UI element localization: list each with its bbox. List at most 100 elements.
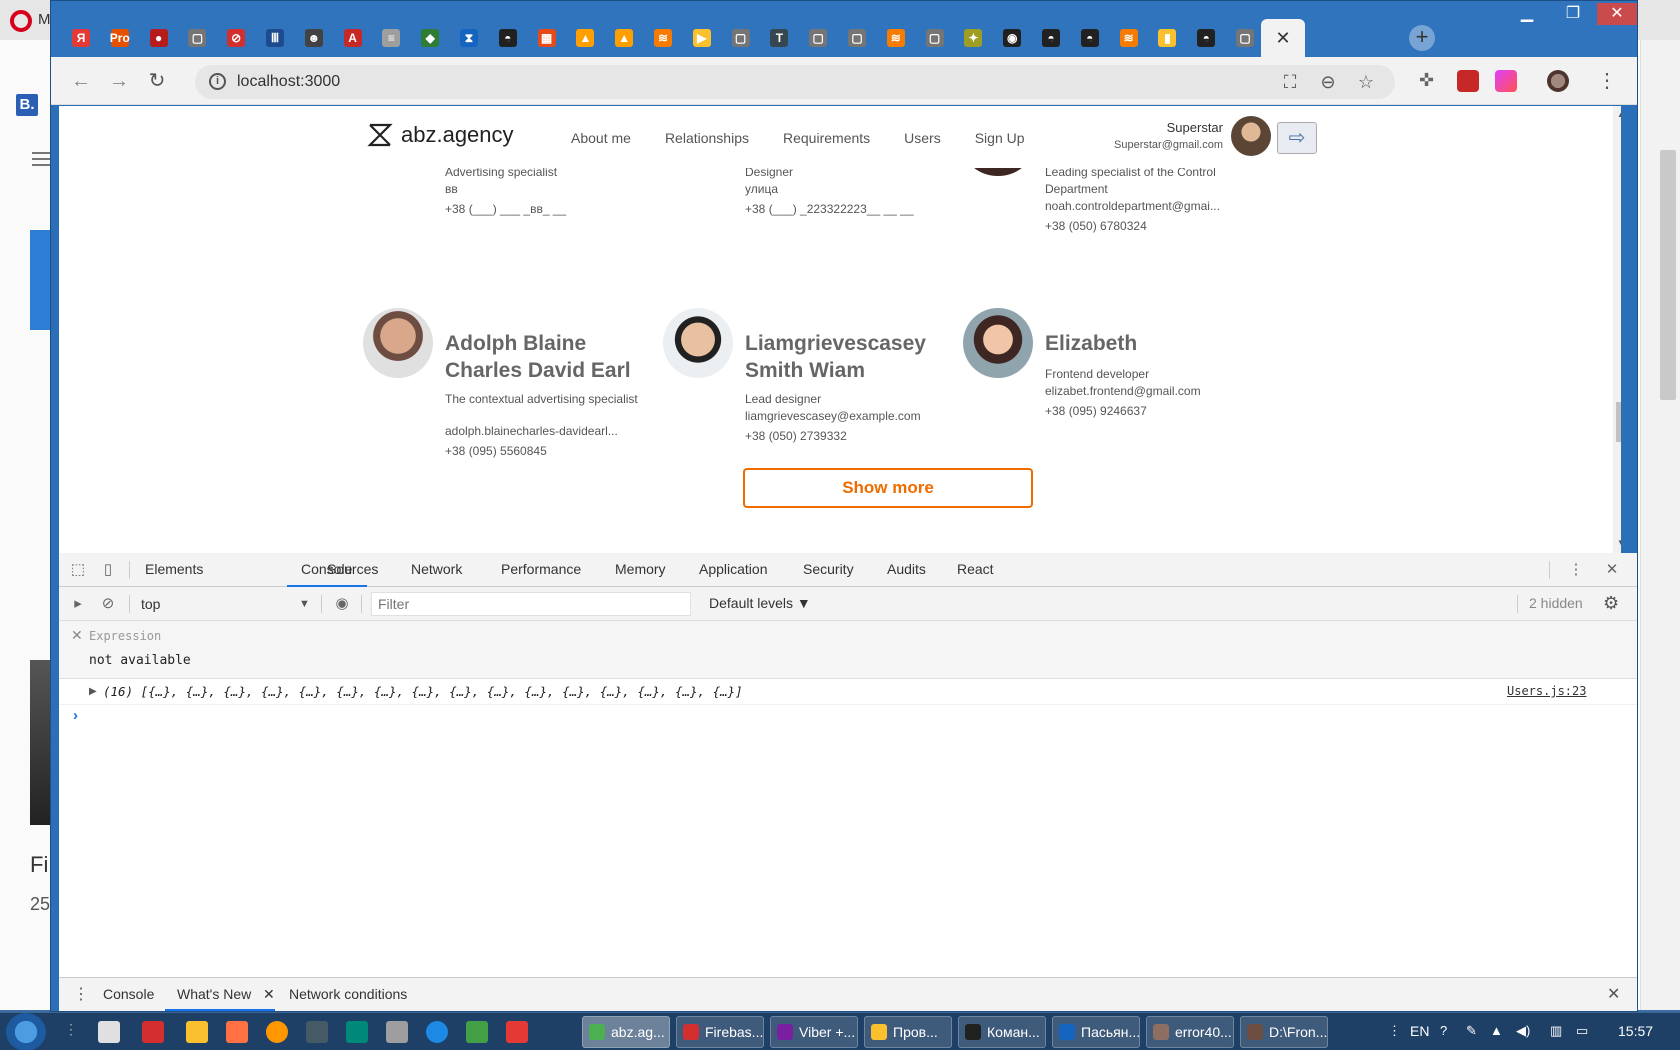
nav-users[interactable]: Users [904,130,941,146]
site-logo[interactable]: abz.agency [367,122,514,148]
show-hidden-icons[interactable]: ▲ [1490,1023,1503,1038]
ie-icon[interactable] [426,1021,448,1043]
tab-audits[interactable]: Audits [887,561,926,577]
tab-performance[interactable]: Performance [501,561,581,577]
log-message[interactable]: (16) [{…}, {…}, {…}, {…}, {…}, {…}, {…},… [103,684,743,699]
quick-launch-app-icon[interactable] [266,1021,288,1043]
hamburger-icon[interactable] [32,152,50,166]
log-source-link[interactable]: Users.js:23 [1507,684,1586,698]
tab-elements[interactable]: Elements [145,561,203,577]
browser-tab[interactable]: T [759,19,799,57]
expand-arrow-icon[interactable]: ▶ [89,686,97,697]
tab-react[interactable]: React [957,561,994,577]
browser-tab[interactable]: ▢ [837,19,877,57]
opera-icon[interactable] [10,10,32,32]
tab-application[interactable]: Application [699,561,768,577]
forward-button[interactable]: → [107,69,131,93]
browser-tab[interactable]: A [333,19,373,57]
browser-tab[interactable]: ◓ [1186,19,1226,57]
yandex-icon[interactable] [506,1021,528,1043]
language-indicator[interactable]: EN [1410,1023,1429,1039]
drawer-tab-console[interactable]: Console [103,986,154,1002]
browser-tab[interactable]: ◉ [992,19,1032,57]
browser-tab[interactable]: ▮ [1147,19,1187,57]
browser-tab[interactable]: ◆ [410,19,450,57]
browser-tab[interactable]: ✦ [953,19,993,57]
drawer-tab-whats-new[interactable]: What's New [177,986,251,1002]
console-prompt-icon[interactable]: › [73,707,78,724]
bookmark-b-icon[interactable]: B. [16,94,38,116]
start-button[interactable] [6,1013,46,1050]
inspect-element-icon[interactable]: ⬚ [69,561,87,579]
browser-tab[interactable]: ◓ [1031,19,1071,57]
live-expression-eye-icon[interactable]: ◉ [333,595,351,613]
console-settings-gear-icon[interactable]: ⚙ [1603,593,1619,614]
page-scrollbar[interactable]: ▲ ▼ [1613,106,1621,553]
context-dropdown-icon[interactable]: ▼ [299,593,310,615]
drawer-menu-icon[interactable]: ⋮ [73,984,89,1004]
quick-launch-app-icon[interactable] [346,1021,368,1043]
power-icon[interactable]: ▭ [1576,1023,1588,1039]
nav-requirements[interactable]: Requirements [783,130,870,146]
scroll-down-arrow-icon[interactable]: ▼ [1617,538,1621,547]
browser-tab[interactable]: ⧗ [449,19,489,57]
profile-avatar-icon[interactable] [1547,70,1569,92]
extension-red-icon[interactable] [1457,70,1479,92]
browser-tab[interactable]: ▢ [177,19,217,57]
console-filter-input[interactable] [371,592,691,616]
browser-tab[interactable]: ≋ [876,19,916,57]
logout-button[interactable]: ⇨ [1277,122,1317,154]
browser-tab[interactable]: ≋ [1109,19,1149,57]
quick-launch-app-icon[interactable] [226,1021,248,1043]
browser-tab[interactable]: ▦ [527,19,567,57]
url-text[interactable]: localhost:3000 [237,73,340,91]
browser-tab[interactable]: ≋ [643,19,683,57]
browser-tab[interactable]: ▲ [604,19,644,57]
maximize-button[interactable]: ❐ [1551,3,1595,25]
quick-launch-app-icon[interactable] [386,1021,408,1043]
close-devtools-icon[interactable]: ✕ [1603,561,1621,579]
tab-sources[interactable]: Sources [327,561,378,577]
clear-console-icon[interactable]: ⊘ [99,595,117,613]
taskbar-task[interactable]: D:\Fron... [1240,1016,1328,1048]
quick-launch-app-icon[interactable] [142,1021,164,1043]
quick-launch-app-icon[interactable] [306,1021,328,1043]
devtools-menu-icon[interactable]: ⋮ [1567,561,1585,579]
browser-tab[interactable]: ● [139,19,179,57]
tab-network[interactable]: Network [411,561,462,577]
browser-tab[interactable]: Я [61,19,101,57]
close-drawer-icon[interactable]: ✕ [1607,984,1620,1004]
drawer-tab-network-conditions[interactable]: Network conditions [289,986,407,1002]
tab-memory[interactable]: Memory [615,561,666,577]
help-icon[interactable]: ? [1440,1023,1447,1038]
extension-gradient-icon[interactable] [1495,70,1517,92]
expression-label[interactable]: Expression [89,629,161,643]
reload-button[interactable]: ↻ [145,69,169,93]
browser-tab[interactable]: ▶ [682,19,722,57]
browser-tab[interactable]: ⊘ [216,19,256,57]
device-toolbar-icon[interactable]: ▯ [99,561,117,579]
tray-app-icon[interactable]: ✎ [1466,1023,1477,1039]
browser-tab[interactable]: ☻ [294,19,334,57]
log-levels-dropdown[interactable]: Default levels ▼ [709,595,811,611]
browser-tab[interactable]: ▲ [565,19,605,57]
network-icon[interactable]: ▥ [1550,1023,1562,1039]
quick-launch-app-icon[interactable] [98,1021,120,1043]
sidebar-toggle-icon[interactable]: ▸ [69,595,87,613]
browser-tab[interactable]: ▢ [721,19,761,57]
chrome-menu-icon[interactable]: ⋮ [1597,69,1617,93]
taskbar-task[interactable]: Пров... [864,1016,952,1048]
close-whats-new-icon[interactable]: ✕ [263,986,275,1003]
console-log-row[interactable]: ▶ (16) [{…}, {…}, {…}, {…}, {…}, {…}, {…… [59,679,1637,705]
back-button[interactable]: ← [69,69,93,93]
tab-security[interactable]: Security [803,561,854,577]
context-select[interactable]: top [141,593,311,615]
volume-icon[interactable]: ◀) [1516,1023,1530,1039]
quick-launch-folder-icon[interactable] [186,1021,208,1043]
nav-sign-up[interactable]: Sign Up [975,130,1025,146]
browser-tab[interactable]: ▢ [1225,19,1265,57]
taskbar-task[interactable]: error40... [1146,1016,1234,1048]
close-window-button[interactable]: ✕ [1597,3,1637,25]
browser-tab[interactable]: ▢ [915,19,955,57]
quick-launch-app-icon[interactable] [466,1021,488,1043]
